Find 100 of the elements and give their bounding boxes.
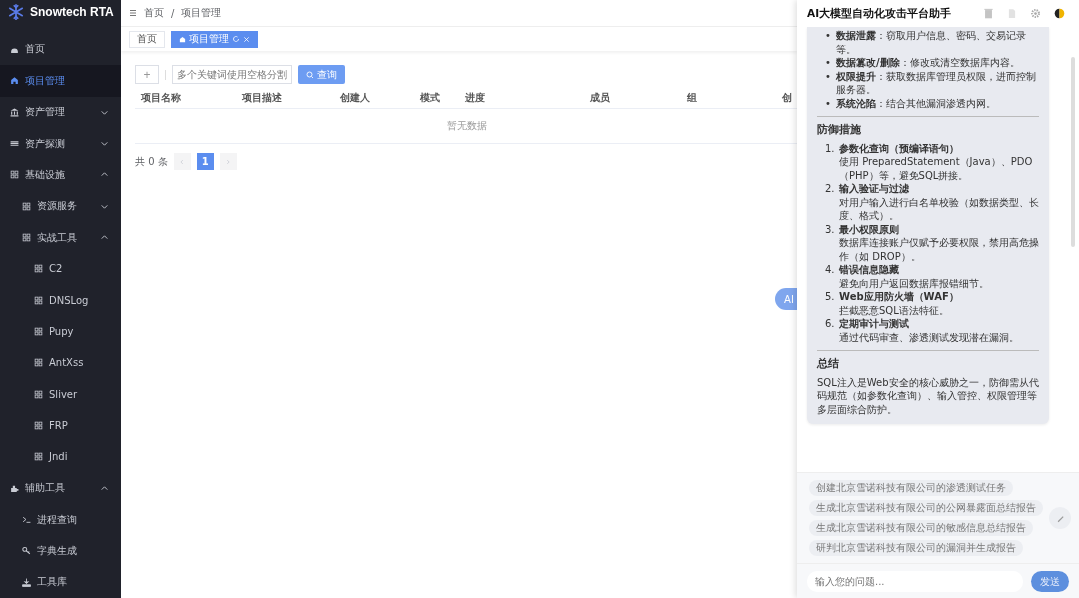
list-number: 5. xyxy=(825,290,836,304)
list-number: 3. xyxy=(825,222,836,236)
sidebar-item[interactable]: 资产探测 xyxy=(0,127,121,160)
next-page-button[interactable] xyxy=(219,153,237,170)
sidebar-item[interactable]: 首页 xyxy=(0,33,121,66)
download-icon xyxy=(22,577,31,587)
terminal-icon xyxy=(22,515,31,525)
list-item-title: 输入验证与过滤 xyxy=(839,182,909,196)
close-icon[interactable] xyxy=(243,35,250,43)
list-item-text: 拦截恶意SQL语法特征。 xyxy=(839,303,950,317)
list-number: 1. xyxy=(825,141,836,155)
chevron-right-icon xyxy=(225,158,232,165)
bullet-mark: • xyxy=(825,96,831,110)
empty-message: 暂无数据 xyxy=(135,108,797,144)
grid-icon xyxy=(22,201,31,211)
total-count: 共 0 条 xyxy=(135,154,168,169)
column-header: 项目描述 xyxy=(236,88,334,109)
list-number: 2. xyxy=(825,182,836,196)
search-field[interactable]: 多个关键词使用空格分割 xyxy=(172,65,292,84)
scrollbar[interactable] xyxy=(1071,57,1075,247)
column-header: 创建人 xyxy=(334,88,414,109)
suggestion-chip[interactable]: 创建北京雪诺科技有限公司的渗透测试任务 xyxy=(809,480,1013,496)
suggestion-chip[interactable]: 生成北京雪诺科技有限公司的敏感信息总结报告 xyxy=(809,520,1033,536)
search-icon xyxy=(306,70,314,79)
sidebar-item[interactable]: FRP xyxy=(0,409,121,442)
trash-icon[interactable] xyxy=(983,8,994,19)
list-number: 6. xyxy=(825,317,836,331)
question-field[interactable]: 输入您的问题... xyxy=(807,571,1023,592)
sidebar-item[interactable]: C2 xyxy=(0,253,121,285)
suggestion-chip[interactable]: 研判北京雪诺科技有限公司的漏洞并生成报告 xyxy=(809,540,1023,556)
grid-icon xyxy=(34,264,43,274)
list-item: 权限提升：获取数据库管理员权限，进而控制服务器。 xyxy=(835,69,1037,97)
edit-button[interactable] xyxy=(1049,507,1071,529)
sidebar-item[interactable]: AntXss xyxy=(0,347,121,379)
previous-page-button[interactable] xyxy=(173,153,191,170)
toolbox-icon xyxy=(10,483,19,493)
list-item-title: 错误信息隐藏 xyxy=(839,263,899,277)
bullet-mark: • xyxy=(825,69,831,84)
column-header: 成员 xyxy=(584,88,681,109)
sidebar-item[interactable]: DNSLog xyxy=(0,284,121,316)
sidebar-item[interactable]: Jndi xyxy=(0,441,121,473)
breadcrumb-item[interactable]: 首页 xyxy=(144,6,164,20)
key-icon xyxy=(22,546,31,556)
sidebar-item[interactable]: Pupy xyxy=(0,315,121,348)
list-item-text: 使用 PreparedStatement（Java）、PDO（PHP）等，避免SQL拼接。 xyxy=(839,155,1034,182)
sidebar-item[interactable]: 资源服务 xyxy=(0,190,121,222)
table-icon xyxy=(10,139,19,148)
sidebar-item[interactable]: 项目管理 xyxy=(0,65,121,97)
grid-icon xyxy=(22,233,31,243)
snowflake-logo-icon xyxy=(7,2,25,21)
document-icon[interactable] xyxy=(1007,8,1017,19)
menu-icon[interactable] xyxy=(129,9,137,17)
suggestion-chip[interactable]: 生成北京雪诺科技有限公司的公网暴露面总结报告 xyxy=(809,500,1043,516)
house-icon xyxy=(179,35,186,43)
grid-icon xyxy=(34,327,43,337)
bullet-mark: • xyxy=(825,29,831,43)
grid-icon xyxy=(34,389,43,399)
grid-icon xyxy=(34,421,43,431)
list-item-text: 数据库连接账户仅赋予必要权限，禁用高危操作（如 DROP）。 xyxy=(839,236,1039,263)
column-header: 模式 xyxy=(414,88,459,109)
section-heading: 总结 xyxy=(817,357,840,371)
bullet-mark: • xyxy=(825,56,831,70)
list-item-text: 避免向用户返回数据库报错细节。 xyxy=(839,276,990,290)
grid-icon xyxy=(10,170,19,180)
section-heading: 防御措施 xyxy=(817,123,862,137)
list-number: 4. xyxy=(825,263,836,277)
house-icon xyxy=(10,76,19,86)
column-header: 项目名称 xyxy=(135,88,236,109)
sidebar-item[interactable]: 实战工具 xyxy=(0,221,121,254)
paragraph: SQL注入是Web安全的核心威胁之一，防御需从代码规范（如参数化查询）、输入管控、权限管理等多层面综合防护。 xyxy=(817,375,1039,416)
sidebar-item[interactable]: 进程查询 xyxy=(0,503,121,536)
tab[interactable]: 首页 xyxy=(129,30,165,48)
list-item-text: 通过代码审查、渗透测试发现潜在漏洞。 xyxy=(839,330,1020,344)
grid-icon xyxy=(34,452,43,462)
sidebar-item[interactable]: 工具库 xyxy=(0,566,121,598)
sidebar-item[interactable]: 资产管理 xyxy=(0,96,121,128)
chevron-left-icon xyxy=(179,158,186,165)
list-item-title: Web应用防火墙（WAF） xyxy=(839,290,959,304)
settings-icon[interactable] xyxy=(1030,8,1041,19)
panel-title: AI大模型自动化攻击平台助手 xyxy=(807,6,953,21)
sidebar-item[interactable]: 字典生成 xyxy=(0,535,121,567)
sidebar-item[interactable]: Sliver xyxy=(0,378,121,410)
list-item-title: 参数化查询（预编译语句） xyxy=(839,141,959,155)
brand-name: Snowtech RTA xyxy=(30,4,114,19)
refresh-icon[interactable] xyxy=(232,35,240,43)
list-item: 数据篡改/删除：修改或清空数据库内容。 xyxy=(835,56,1020,70)
half-circle-icon[interactable] xyxy=(1054,8,1065,19)
dashboard-icon xyxy=(10,45,19,54)
list-item: 系统沦陷：结合其他漏洞渗透内网。 xyxy=(835,96,996,110)
grid-icon xyxy=(34,358,43,368)
sidebar-item[interactable]: 辅助工具 xyxy=(0,472,121,504)
bank-icon xyxy=(10,107,19,117)
list-item-title: 最小权限原则 xyxy=(839,222,899,236)
breadcrumb-separator: / xyxy=(171,7,175,19)
column-header: 进度 xyxy=(459,88,584,109)
list-item-title: 定期审计与测试 xyxy=(839,317,909,331)
breadcrumb-item: 项目管理 xyxy=(181,6,222,20)
grid-icon xyxy=(34,295,43,305)
list-item-text: 对用户输入进行白名单校验（如数据类型、长度、格式）。 xyxy=(839,195,1039,223)
sidebar-item[interactable]: 基础设施 xyxy=(0,159,121,191)
